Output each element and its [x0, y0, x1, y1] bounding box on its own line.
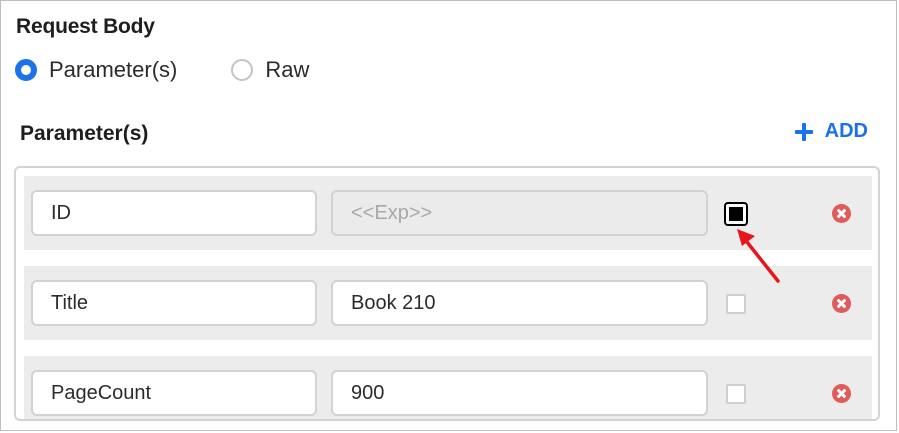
remove-circle-icon[interactable] [832, 384, 851, 403]
request-body-panel: Request Body Parameter(s) Raw Parameter(… [0, 0, 897, 431]
parameter-checkbox[interactable] [726, 294, 746, 314]
parameter-value-input[interactable] [331, 370, 708, 416]
remove-circle-icon[interactable] [832, 204, 851, 223]
parameter-checkbox[interactable] [724, 202, 748, 226]
radio-raw-label: Raw [265, 57, 310, 82]
radio-parameters-indicator[interactable] [15, 59, 37, 81]
request-body-type-radio-group: Parameter(s) Raw [15, 56, 309, 84]
add-parameter-label: ADD [824, 120, 868, 142]
parameters-header: Parameter(s) [20, 122, 149, 145]
add-parameter-button[interactable]: ADD [794, 120, 868, 143]
remove-circle-icon[interactable] [832, 294, 851, 313]
parameter-row [24, 266, 872, 340]
radio-raw[interactable]: Raw [231, 57, 309, 83]
plus-icon [794, 122, 813, 141]
request-body-title: Request Body [16, 15, 155, 38]
parameter-name-input[interactable] [31, 280, 317, 326]
parameter-row [24, 176, 872, 250]
radio-parameters[interactable]: Parameter(s) [15, 57, 177, 83]
parameter-value-input[interactable] [331, 280, 708, 326]
parameter-name-input[interactable] [31, 190, 317, 236]
parameter-row [24, 356, 872, 419]
parameter-name-input[interactable] [31, 370, 317, 416]
parameter-value-input[interactable] [331, 190, 708, 236]
radio-raw-indicator[interactable] [231, 59, 254, 81]
parameter-checkbox[interactable] [726, 384, 746, 404]
radio-parameters-label: Parameter(s) [49, 57, 178, 82]
parameters-list [14, 166, 880, 421]
